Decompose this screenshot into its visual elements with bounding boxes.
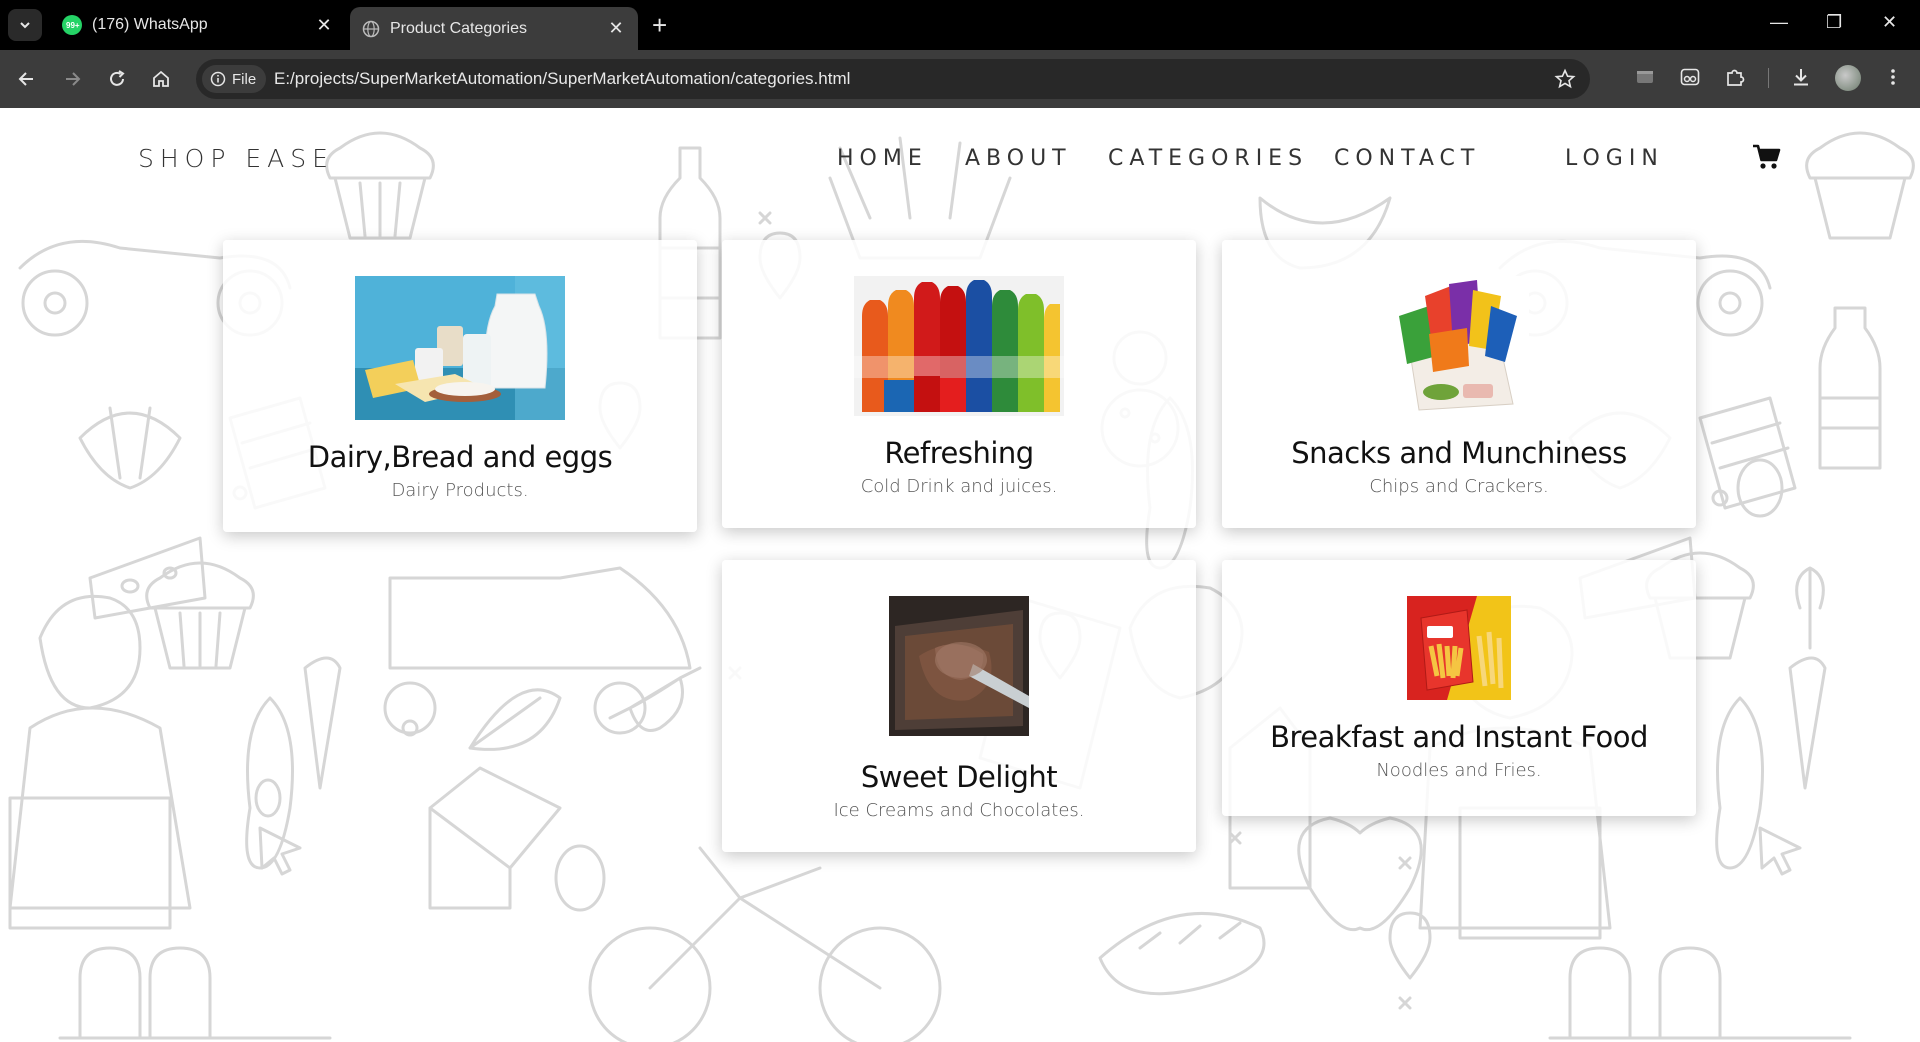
- close-icon[interactable]: ✕: [314, 15, 334, 36]
- cart-icon[interactable]: [1752, 142, 1782, 172]
- page-content: SHOP EASE HOME ABOUT CATEGORIES CONTACT …: [0, 108, 1920, 1042]
- back-button[interactable]: [12, 64, 42, 94]
- category-title: Sweet Delight: [860, 760, 1058, 794]
- category-card-breakfast[interactable]: Breakfast and Instant Food Noodles and F…: [1222, 560, 1696, 816]
- extensions-puzzle-icon[interactable]: [1724, 66, 1746, 88]
- whatsapp-icon: 99+: [62, 15, 82, 35]
- category-subtitle: Chips and Crackers.: [1369, 476, 1549, 497]
- close-window-icon[interactable]: ✕: [1882, 12, 1897, 33]
- restore-icon[interactable]: ❐: [1826, 12, 1842, 33]
- soft-drinks-photo: [854, 276, 1064, 416]
- file-label: File: [232, 70, 257, 88]
- category-subtitle: Ice Creams and Chocolates.: [833, 800, 1085, 821]
- site-info-chip[interactable]: File: [202, 65, 267, 93]
- chevron-down-icon: [20, 22, 30, 29]
- snacks-box-photo: [1389, 276, 1529, 416]
- info-icon: [210, 71, 226, 87]
- arrow-right-icon: [66, 72, 81, 86]
- ice-cream-photo: [889, 596, 1029, 736]
- reading-mode-icon[interactable]: [1679, 66, 1701, 88]
- forward-button[interactable]: [57, 64, 87, 94]
- dairy-photo: [355, 276, 565, 420]
- tab-product-categories[interactable]: Product Categories ✕: [350, 7, 638, 50]
- category-subtitle: Dairy Products.: [391, 480, 529, 501]
- bookmark-star-icon[interactable]: [1554, 68, 1576, 90]
- url-text[interactable]: E:/projects/SuperMarketAutomation/SuperM…: [274, 69, 850, 89]
- tab-groups-icon[interactable]: [1634, 66, 1656, 88]
- fries-pack-photo: [1407, 596, 1511, 700]
- profile-avatar[interactable]: [1835, 65, 1861, 91]
- category-card-dairy[interactable]: Dairy,Bread and eggs Dairy Products.: [223, 240, 697, 532]
- close-icon[interactable]: ✕: [606, 18, 626, 39]
- nav-about[interactable]: ABOUT: [965, 146, 1072, 171]
- whatsapp-badge: 99+: [66, 21, 80, 30]
- tab-whatsapp[interactable]: 99+ (176) WhatsApp ✕: [50, 8, 346, 42]
- category-title: Snacks and Munchiness: [1291, 436, 1627, 470]
- nav-login[interactable]: LOGIN: [1565, 146, 1664, 171]
- nav-categories[interactable]: CATEGORIES: [1108, 146, 1308, 171]
- globe-icon: [362, 20, 380, 37]
- category-title: Breakfast and Instant Food: [1270, 720, 1648, 754]
- reload-button[interactable]: [102, 64, 132, 94]
- category-title: Dairy,Bread and eggs: [307, 440, 613, 474]
- browser-tab-bar: 99+ (176) WhatsApp ✕ Product Categories …: [0, 0, 1920, 50]
- browser-toolbar: File E:/projects/SuperMarketAutomation/S…: [0, 50, 1920, 108]
- category-card-sweet-delight[interactable]: Sweet Delight Ice Creams and Chocolates.: [722, 560, 1196, 852]
- nav-contact[interactable]: CONTACT: [1334, 146, 1480, 171]
- nav-home[interactable]: HOME: [837, 146, 928, 171]
- arrow-left-icon: [18, 72, 33, 86]
- download-icon[interactable]: [1790, 66, 1812, 88]
- tab-search-button[interactable]: [8, 9, 42, 41]
- category-subtitle: Cold Drink and juices.: [860, 476, 1058, 497]
- tab-title: Product Categories: [390, 19, 527, 37]
- home-button[interactable]: [146, 64, 176, 94]
- more-menu-icon[interactable]: [1882, 66, 1904, 88]
- minimize-icon[interactable]: —: [1770, 12, 1788, 33]
- category-card-snacks[interactable]: Snacks and Munchiness Chips and Crackers…: [1222, 240, 1696, 528]
- home-icon: [153, 70, 169, 87]
- address-bar[interactable]: File E:/projects/SuperMarketAutomation/S…: [196, 59, 1590, 99]
- toolbar-divider: [1768, 68, 1769, 88]
- new-tab-button[interactable]: +: [652, 10, 667, 40]
- tab-title: (176) WhatsApp: [92, 16, 208, 33]
- brand-logo-text[interactable]: SHOP EASE: [138, 144, 334, 173]
- reload-icon: [110, 70, 125, 86]
- category-subtitle: Noodles and Fries.: [1376, 760, 1542, 781]
- category-title: Refreshing: [884, 436, 1034, 470]
- category-card-refreshing[interactable]: Refreshing Cold Drink and juices.: [722, 240, 1196, 528]
